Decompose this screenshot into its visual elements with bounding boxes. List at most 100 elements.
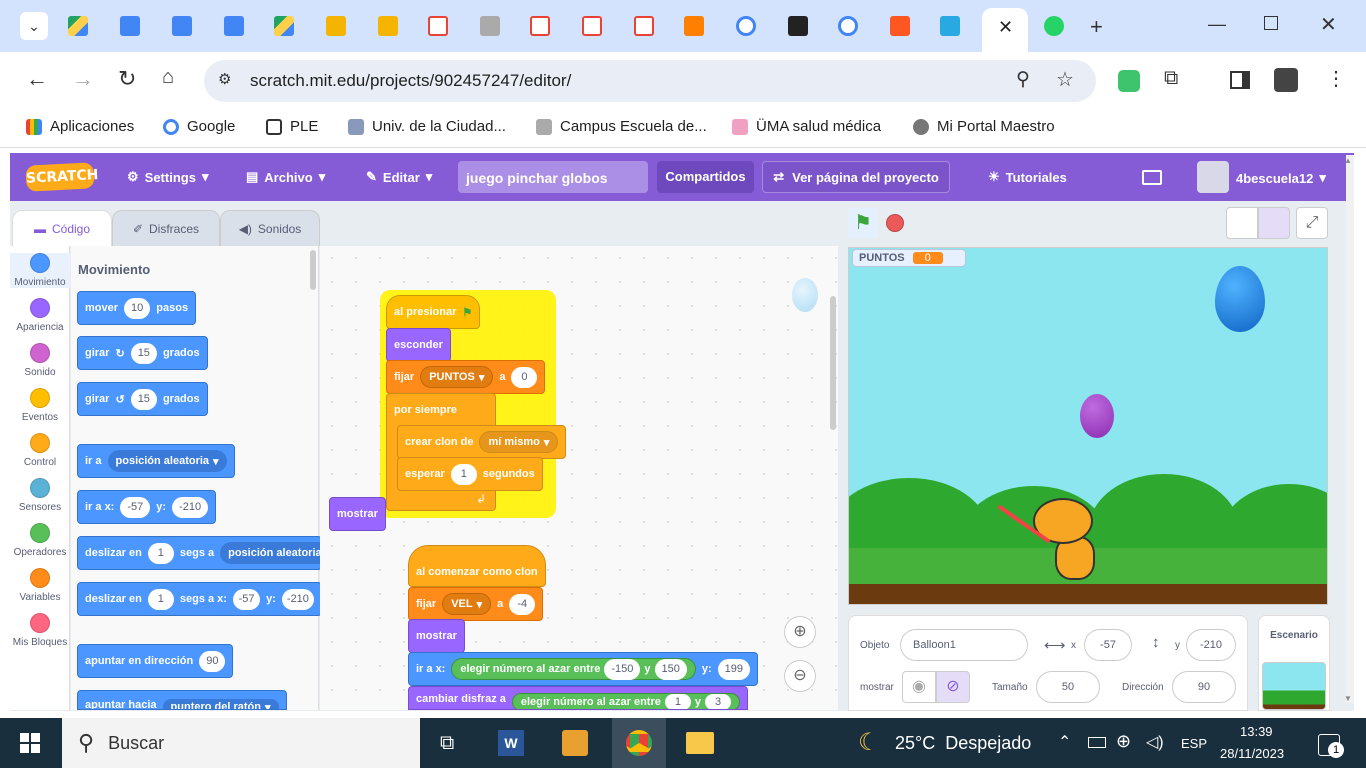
clock-time[interactable]: 13:39 bbox=[1240, 724, 1273, 739]
windows-start-icon[interactable] bbox=[20, 733, 40, 753]
tab-active-scratch[interactable]: ✕ bbox=[982, 8, 1028, 52]
show-hidden-icon[interactable]: ⊘ bbox=[936, 671, 970, 703]
clock-date[interactable]: 28/11/2023 bbox=[1220, 746, 1284, 761]
site-info-icon[interactable]: ⚙ bbox=[218, 70, 231, 88]
user-menu[interactable]: 4bescuela12 ▾ bbox=[1236, 170, 1326, 186]
tab-blogger-icon[interactable] bbox=[684, 16, 704, 36]
bookmark-univ[interactable]: Univ. de la Ciudad... bbox=[348, 118, 506, 135]
small-stage-icon[interactable] bbox=[1226, 207, 1258, 239]
direction-field[interactable]: 90 bbox=[1172, 671, 1236, 703]
back-icon[interactable]: ← bbox=[26, 66, 48, 92]
variable-dropdown[interactable]: PUNTOS ▾ bbox=[420, 366, 494, 388]
network-globe-icon[interactable]: ⊕ bbox=[1116, 731, 1131, 752]
block-move-steps[interactable]: mover 10 pasos bbox=[77, 291, 197, 325]
file-menu[interactable]: ▤ Archivo ▾ bbox=[246, 169, 325, 185]
taskbar-search[interactable]: ⚲ Buscar bbox=[62, 718, 420, 768]
block-create-clone[interactable]: crear clon de mí mismo ▾ bbox=[397, 425, 567, 459]
tab-docs-icon[interactable] bbox=[120, 16, 140, 36]
category-events[interactable]: Eventos bbox=[10, 388, 70, 423]
tab-campus-icon[interactable] bbox=[480, 16, 500, 36]
page-scrollbar[interactable] bbox=[1346, 155, 1354, 703]
tab-blogger-icon[interactable] bbox=[890, 16, 910, 36]
block-hide[interactable]: esconder bbox=[386, 328, 451, 362]
bookmark-star-icon[interactable]: ☆ bbox=[1056, 67, 1074, 92]
cat-sprite[interactable] bbox=[997, 492, 1111, 588]
x-field[interactable]: -57 bbox=[1084, 629, 1132, 661]
bookmark-campus[interactable]: Campus Escuela de... bbox=[536, 118, 707, 135]
tab-sounds[interactable]: ◀) Sonidos bbox=[220, 210, 320, 246]
block-point-towards[interactable]: apuntar hacia puntero del ratón ▾ bbox=[77, 690, 287, 710]
stage-canvas[interactable] bbox=[848, 247, 1328, 605]
tab-docs-icon[interactable] bbox=[172, 16, 192, 36]
sidepanel-icon[interactable] bbox=[1230, 71, 1250, 89]
block-goto-xy[interactable]: ir a x: -57 y: -210 bbox=[77, 490, 217, 524]
battery-icon[interactable] bbox=[1088, 737, 1106, 748]
menu-kebab-icon[interactable]: ⋮ bbox=[1326, 66, 1346, 91]
category-operators[interactable]: Operadores bbox=[10, 523, 70, 558]
reload-icon[interactable]: ↻ bbox=[118, 66, 136, 92]
block-point-direction[interactable]: apuntar en dirección 90 bbox=[77, 644, 234, 678]
sprite-name-field[interactable]: Balloon1 bbox=[900, 629, 1028, 661]
extension-icon[interactable] bbox=[1118, 70, 1140, 92]
bookmark-apps[interactable]: Aplicaciones bbox=[26, 118, 134, 135]
show-visible-icon[interactable]: ◉ bbox=[902, 671, 936, 703]
close-window-icon[interactable]: ✕ bbox=[1320, 12, 1337, 37]
block-switch-costume[interactable]: cambiar disfraz a elegir número al azar e… bbox=[408, 686, 748, 710]
zoom-out-icon[interactable]: ⊖ bbox=[784, 660, 816, 692]
language-indicator[interactable]: ESP bbox=[1181, 736, 1207, 751]
normal-stage-icon[interactable] bbox=[1258, 207, 1290, 239]
tab-slides-icon[interactable] bbox=[326, 16, 346, 36]
bookmark-google[interactable]: Google bbox=[163, 118, 235, 135]
block-goto-xy-random[interactable]: ir a x: elegir número al azar entre -150 y 1… bbox=[408, 652, 759, 686]
block-when-flag-clicked[interactable]: al presionar ⚑ bbox=[386, 295, 481, 329]
project-title-input[interactable]: juego pinchar globos bbox=[458, 161, 648, 193]
close-tab-icon[interactable]: ✕ bbox=[998, 17, 1013, 38]
category-sensing[interactable]: Sensores bbox=[10, 478, 70, 513]
block-show[interactable]: mostrar bbox=[408, 619, 465, 653]
backdrop-thumbnail[interactable] bbox=[1262, 662, 1326, 710]
moon-weather-icon[interactable]: ☾ bbox=[858, 728, 880, 757]
block-when-start-as-clone[interactable]: al comenzar como clon bbox=[408, 545, 546, 587]
workspace-scrollbar[interactable] bbox=[830, 296, 836, 430]
category-my-blocks[interactable]: Mis Bloques bbox=[10, 613, 70, 648]
tab-gmail-icon[interactable] bbox=[582, 16, 602, 36]
scroll-down-icon[interactable]: ▼ bbox=[1344, 694, 1352, 703]
bookmark-portal[interactable]: Mi Portal Maestro bbox=[913, 118, 1055, 135]
category-motion[interactable]: Movimiento bbox=[10, 253, 70, 288]
tab-docs-icon[interactable] bbox=[224, 16, 244, 36]
block-glide-to[interactable]: deslizar en 1 segs a posición aleatoria bbox=[77, 536, 330, 570]
zoom-icon[interactable]: ⚲ bbox=[1016, 68, 1030, 91]
bookmark-uma[interactable]: ÜMA salud médica bbox=[732, 118, 881, 135]
palette-scrollbar[interactable] bbox=[310, 250, 316, 290]
task-view-icon[interactable]: ⧉ bbox=[440, 732, 454, 755]
scratch-logo[interactable]: SCRATCH bbox=[25, 162, 99, 192]
tab-slides-icon[interactable] bbox=[378, 16, 398, 36]
tab-gmail-icon[interactable] bbox=[634, 16, 654, 36]
share-button[interactable]: Compartidos bbox=[657, 161, 754, 193]
avatar[interactable] bbox=[1197, 161, 1229, 193]
block-turn-right[interactable]: girar ↻ 15 grados bbox=[77, 336, 208, 370]
address-bar[interactable]: ⚙ scratch.mit.edu/projects/902457247/edi… bbox=[204, 60, 1096, 102]
edit-menu[interactable]: ✎ Editar ▾ bbox=[366, 169, 432, 185]
glide-target-dropdown[interactable]: posición aleatoria bbox=[220, 542, 330, 564]
tab-gmail-icon[interactable] bbox=[530, 16, 550, 36]
tab-drive-icon[interactable] bbox=[274, 16, 294, 36]
tab-app-icon[interactable] bbox=[940, 16, 960, 36]
goto-target-dropdown[interactable]: posición aleatoria ▾ bbox=[107, 450, 227, 472]
settings-menu[interactable]: ⚙ Settings ▾ bbox=[127, 169, 208, 185]
block-wait[interactable]: esperar 1 segundos bbox=[397, 457, 543, 491]
explorer-icon[interactable] bbox=[686, 732, 714, 754]
random-operator[interactable]: elegir número al azar entre 1 y 3 bbox=[511, 693, 740, 709]
tutorials-button[interactable]: ☀ Tutoriales bbox=[988, 169, 1067, 185]
clone-target-dropdown[interactable]: mí mismo ▾ bbox=[479, 431, 559, 453]
tab-quizlet-icon[interactable] bbox=[788, 16, 808, 36]
block-set-variable[interactable]: fijar PUNTOS ▾ a 0 bbox=[386, 360, 546, 394]
minimize-icon[interactable]: — bbox=[1208, 14, 1226, 35]
tab-search-button[interactable]: ⌄ bbox=[20, 12, 48, 40]
point-target-dropdown[interactable]: puntero del ratón ▾ bbox=[162, 699, 279, 709]
word-icon[interactable]: W bbox=[498, 730, 524, 756]
variable-monitor[interactable]: PUNTOS 0 bbox=[852, 249, 966, 267]
scroll-up-icon[interactable]: ▲ bbox=[1344, 156, 1352, 165]
category-control[interactable]: Control bbox=[10, 433, 70, 468]
block-set-vel[interactable]: fijar VEL ▾ a -4 bbox=[408, 587, 544, 621]
